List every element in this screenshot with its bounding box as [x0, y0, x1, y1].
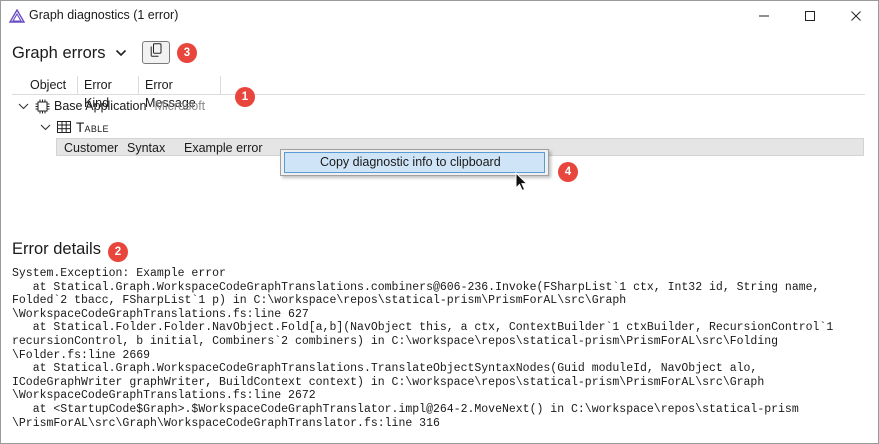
tree-node-label: Base Application: [54, 99, 147, 113]
app-logo-icon: [8, 8, 26, 23]
annotation-badge-2: 2: [108, 242, 128, 262]
mouse-pointer-icon: [515, 171, 529, 192]
expand-chevron-icon[interactable]: [16, 99, 30, 113]
graph-diagnostics-window: Graph diagnostics (1 error) Graph errors…: [0, 0, 879, 444]
tree-node-label: Table: [76, 119, 109, 135]
expand-chevron-icon[interactable]: [38, 120, 52, 134]
copy-button[interactable]: [142, 41, 170, 64]
error-kind-cell: Syntax: [127, 141, 166, 155]
error-message-cell: Example error: [184, 141, 263, 155]
details-line: \WorkspaceCodeGraphTranslations.fs:line …: [12, 389, 316, 403]
window-title: Graph diagnostics (1 error): [29, 8, 179, 22]
details-line: \Folder.fs:line 2669: [12, 348, 151, 362]
column-header-error-kind[interactable]: Error Kind: [78, 76, 139, 110]
maximize-icon[interactable]: [787, 1, 833, 31]
error-details-text: System.Exception: Example error at Stati…: [12, 267, 872, 430]
tree-node-table[interactable]: Table: [38, 117, 109, 137]
details-line: at Statical.Graph.WorkspaceCodeGraphTran…: [12, 280, 820, 294]
close-icon[interactable]: [833, 1, 879, 31]
details-line: ICodeGraphWriter graphWriter, BuildConte…: [12, 375, 765, 389]
annotation-badge-3: 3: [177, 43, 197, 63]
title-bar[interactable]: Graph diagnostics (1 error): [1, 1, 878, 31]
tree-node-publisher: Microsoft: [154, 99, 206, 113]
column-header-object[interactable]: Object: [12, 76, 78, 95]
details-line: recursionControl, b initial, Combiners`2…: [12, 334, 779, 348]
minimize-icon[interactable]: [741, 1, 787, 31]
error-object-cell: Customer: [64, 141, 119, 155]
chip-icon: [34, 98, 50, 114]
table-icon: [56, 119, 72, 135]
copy-icon: [150, 43, 162, 62]
context-menu: Copy diagnostic info to clipboard: [280, 149, 549, 176]
graph-errors-heading: Graph errors: [12, 44, 106, 62]
copy-diagnostic-info-menu-item[interactable]: Copy diagnostic info to clipboard: [284, 152, 545, 173]
annotation-badge-1: 1: [235, 87, 255, 107]
column-header-error-message[interactable]: Error Message: [139, 76, 221, 110]
tree-node-base-application[interactable]: Base Application Microsoft: [16, 96, 205, 116]
details-line: \WorkspaceCodeGraphTranslations.fs:line …: [12, 307, 309, 321]
chevron-down-icon[interactable]: [111, 43, 131, 63]
column-header-row: Object Error Kind Error Message: [12, 76, 865, 110]
details-line: Folded`2 tbacc, FSharpList`1 p) in C:\wo…: [12, 294, 627, 308]
details-line: System.Exception: Example error: [12, 267, 226, 280]
details-line: at <StartupCode$Graph>.$WorkspaceCodeGra…: [12, 402, 799, 416]
annotation-badge-4: 4: [558, 162, 578, 182]
error-details-heading: Error details: [12, 240, 101, 258]
details-line: \PrismForAL\src\Graph\WorkspaceCodeGraph…: [12, 416, 440, 430]
details-line: at Statical.Graph.WorkspaceCodeGraphTran…: [12, 362, 758, 376]
details-line: at Statical.Folder.Folder.NavObject.Fold…: [12, 321, 834, 335]
